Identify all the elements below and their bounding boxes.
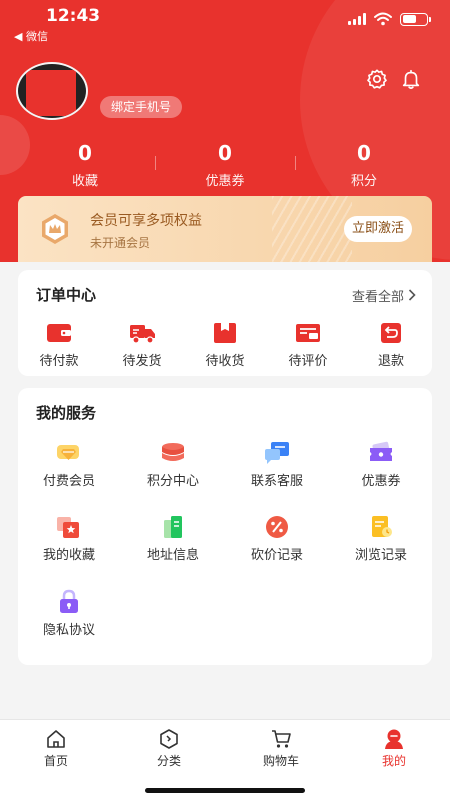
battery-icon: [400, 12, 431, 26]
stat-value: 0: [78, 141, 92, 165]
status-bar: 12:43 ◀ 微信: [0, 0, 450, 44]
avatar[interactable]: [16, 62, 88, 120]
service-my-favorites[interactable]: 我的收藏: [24, 514, 114, 563]
tab-profile[interactable]: 我的: [354, 728, 434, 769]
tab-home[interactable]: 首页: [16, 728, 96, 769]
tab-label: 我的: [381, 754, 406, 768]
order-label: 退款: [377, 354, 404, 369]
order-label: 待评价: [288, 354, 328, 369]
wallet-icon: [47, 324, 71, 342]
gear-icon[interactable]: [366, 68, 388, 90]
tab-label: 购物车: [262, 754, 299, 768]
refund-icon: [381, 323, 401, 343]
coins-icon: [162, 443, 184, 461]
order-pending-shipment[interactable]: 待发货: [97, 320, 187, 369]
status-icons: [348, 12, 431, 26]
order-pending-payment[interactable]: 待付款: [14, 320, 104, 369]
service-bargain-records[interactable]: 砍价记录: [232, 514, 322, 563]
vip-banner[interactable]: 会员可享多项权益 未开通会员 立即激活: [18, 196, 432, 262]
order-pending-review[interactable]: 待评价: [263, 320, 353, 369]
stat-points[interactable]: 0 积分: [304, 140, 424, 189]
stat-value: 0: [357, 141, 371, 165]
address-icon: [164, 516, 182, 538]
stat-label: 积分: [350, 174, 377, 189]
activate-vip-button[interactable]: 立即激活: [343, 216, 412, 242]
order-center-card: 订单中心 查看全部 待付款 待发货 待收货 待评价 退款: [18, 270, 432, 376]
coupon-icon: [370, 441, 392, 461]
view-all-orders-link[interactable]: 查看全部: [352, 286, 416, 305]
service-label: 积分中心: [146, 474, 199, 489]
service-label: 砍价记录: [250, 548, 303, 563]
crown-badge-icon: [42, 214, 68, 244]
truck-icon: [130, 325, 155, 344]
service-label: 优惠券: [361, 474, 401, 489]
service-label: 隐私协议: [42, 623, 95, 638]
stat-label: 优惠券: [205, 174, 245, 189]
vip-subtitle: 未开通会员: [90, 236, 151, 250]
bind-phone-button[interactable]: 绑定手机号: [100, 96, 183, 118]
vip-decoration: [272, 196, 352, 262]
service-label: 浏览记录: [354, 548, 407, 563]
home-indicator: [145, 788, 305, 793]
wifi-icon: [374, 12, 392, 26]
chat-icon: [265, 442, 289, 464]
service-label: 我的收藏: [42, 548, 95, 563]
review-icon: [296, 324, 320, 342]
stat-label: 收藏: [71, 174, 98, 189]
chevron-right-icon: [408, 289, 416, 301]
service-paid-membership[interactable]: 付费会员: [24, 440, 114, 489]
my-services-card: 我的服务 付费会员 积分中心 联系客服 优惠券 我的收藏 地址信息 砍价记录 浏…: [18, 388, 432, 665]
vip-title: 会员可享多项权益: [90, 213, 202, 229]
status-time: 12:43: [46, 6, 101, 26]
package-icon: [214, 323, 236, 343]
service-points-center[interactable]: 积分中心: [128, 440, 218, 489]
profile-icon: [385, 729, 403, 749]
service-label: 联系客服: [250, 474, 303, 489]
tab-category[interactable]: 分类: [129, 728, 209, 769]
bell-icon[interactable]: [400, 68, 422, 90]
my-services-title: 我的服务: [36, 404, 97, 422]
order-pending-receipt[interactable]: 待收货: [180, 320, 270, 369]
category-icon: [160, 729, 178, 749]
diamond-icon: [57, 445, 79, 460]
stat-favorites[interactable]: 0 收藏: [25, 140, 145, 189]
order-label: 待付款: [39, 354, 79, 369]
service-browse-history[interactable]: 浏览记录: [336, 514, 426, 563]
history-icon: [372, 516, 392, 537]
stat-divider: [155, 156, 156, 170]
tab-label: 首页: [43, 754, 68, 768]
star-icon: [57, 517, 79, 538]
service-coupons[interactable]: 优惠券: [336, 440, 426, 489]
home-icon: [47, 730, 65, 748]
view-all-label: 查看全部: [351, 290, 404, 305]
stat-divider: [295, 156, 296, 170]
stat-value: 0: [218, 141, 232, 165]
order-label: 待发货: [122, 354, 162, 369]
discount-icon: [266, 516, 288, 538]
back-to-wechat[interactable]: ◀ 微信: [14, 28, 48, 44]
order-center-title: 订单中心: [36, 286, 97, 304]
tab-label: 分类: [156, 754, 181, 768]
order-refund[interactable]: 退款: [346, 320, 436, 369]
service-contact-support[interactable]: 联系客服: [232, 440, 322, 489]
service-label: 付费会员: [42, 474, 95, 489]
tab-cart[interactable]: 购物车: [241, 728, 321, 769]
service-address-info[interactable]: 地址信息: [128, 514, 218, 563]
order-label: 待收货: [205, 354, 245, 369]
service-privacy-policy[interactable]: 隐私协议: [24, 589, 114, 638]
cart-icon: [272, 730, 291, 748]
stat-coupons[interactable]: 0 优惠券: [165, 140, 285, 189]
lock-icon: [60, 589, 78, 613]
service-label: 地址信息: [146, 548, 199, 563]
signal-icon: [348, 13, 366, 25]
